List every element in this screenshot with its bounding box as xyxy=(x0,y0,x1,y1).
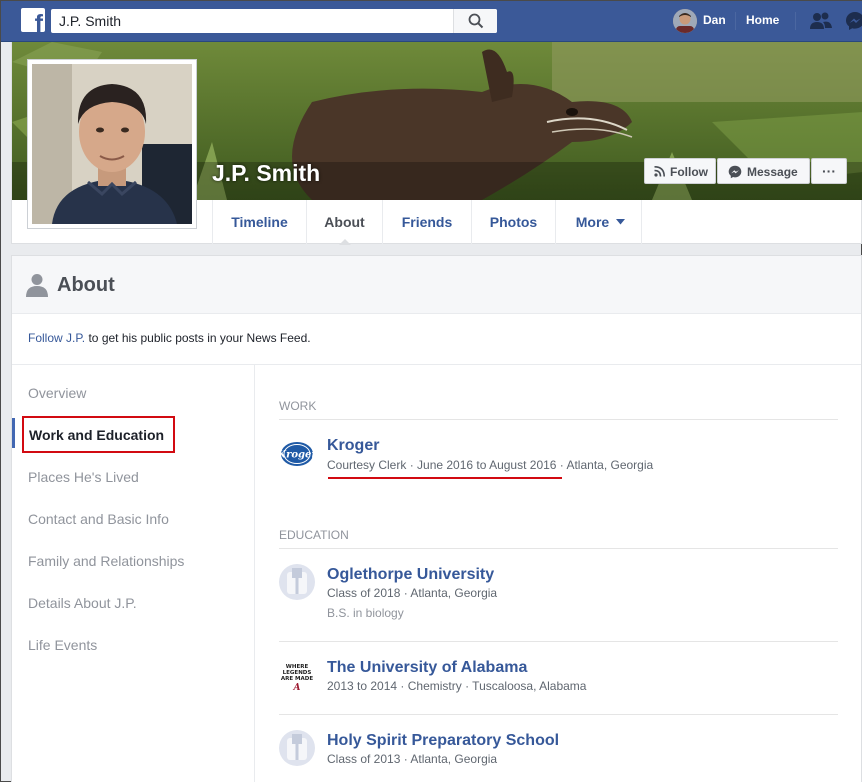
highlight-underline xyxy=(328,477,562,479)
messenger-icon xyxy=(728,165,742,179)
sidebar-item-overview[interactable]: Overview xyxy=(28,385,86,401)
svg-text:Kroger: Kroger xyxy=(279,450,315,461)
divider xyxy=(12,364,861,365)
search-box xyxy=(51,9,497,33)
school-name[interactable]: Oglethorpe University xyxy=(327,566,494,584)
about-panel: About Follow J.P. to get his public post… xyxy=(11,255,862,782)
work-detail: Courtesy Clerk · June 2016 to August 201… xyxy=(327,458,654,472)
school-name[interactable]: Holy Spirit Preparatory School xyxy=(327,732,559,750)
profile-picture[interactable] xyxy=(27,59,197,229)
friend-requests-icon[interactable] xyxy=(809,11,833,31)
tab-friends[interactable]: Friends xyxy=(382,200,471,244)
tab-label: Photos xyxy=(489,214,538,230)
caret-down-icon xyxy=(616,219,625,225)
alabama-logo-icon[interactable]: WHERE LEGENDS ARE MADE A xyxy=(279,658,315,694)
tab-label: Timeline xyxy=(231,214,288,230)
divider xyxy=(795,12,796,30)
school-detail: 2013 to 2014 · Chemistry · Tuscaloosa, A… xyxy=(327,679,587,693)
svg-text:ARE MADE: ARE MADE xyxy=(281,676,313,682)
more-options-button[interactable]: ··· xyxy=(811,158,847,184)
about-header: About xyxy=(12,256,861,314)
search-button[interactable] xyxy=(453,9,497,33)
divider xyxy=(279,641,838,642)
tab-label: About xyxy=(324,214,365,230)
divider xyxy=(279,548,838,549)
tab-about[interactable]: About xyxy=(306,200,382,245)
avatar xyxy=(673,9,697,33)
top-bar: f Dan Home xyxy=(1,1,862,42)
sidebar-item-details[interactable]: Details About J.P. xyxy=(28,595,137,611)
school-detail: Class of 2013 · Atlanta, Georgia xyxy=(327,752,498,766)
messenger-icon[interactable] xyxy=(845,11,862,31)
divider xyxy=(254,365,255,782)
tab-photos[interactable]: Photos xyxy=(471,200,555,244)
home-link[interactable]: Home xyxy=(746,13,779,27)
message-label: Message xyxy=(747,165,798,179)
sidebar-item-life-events[interactable]: Life Events xyxy=(28,637,97,653)
education-section-label: Education xyxy=(279,528,349,542)
tab-label: Friends xyxy=(401,214,453,230)
sidebar-item-places-lived[interactable]: Places He's Lived xyxy=(28,469,139,485)
school-degree: B.S. in biology xyxy=(327,606,404,620)
follow-label: Follow xyxy=(670,165,708,179)
search-icon xyxy=(468,13,484,29)
tab-label: More xyxy=(575,214,610,230)
sidebar-item-contact-info[interactable]: Contact and Basic Info xyxy=(28,511,169,527)
divider xyxy=(279,714,838,715)
follow-prompt: Follow J.P. to get his public posts in y… xyxy=(28,331,311,345)
facebook-logo-icon[interactable]: f xyxy=(21,8,45,32)
profile-header: J.P. Smith Follow Message ··· Timeline A… xyxy=(11,42,862,245)
profile-name: J.P. Smith xyxy=(212,160,321,186)
tab-more[interactable]: More xyxy=(555,200,641,244)
divider xyxy=(279,419,838,420)
message-button[interactable]: Message xyxy=(717,158,810,184)
page-title: About xyxy=(57,274,115,296)
school-detail: Class of 2018 · Atlanta, Georgia xyxy=(327,586,498,600)
kroger-logo-icon[interactable]: Kroger xyxy=(276,436,317,472)
user-name: Dan xyxy=(703,13,726,27)
divider xyxy=(641,200,642,244)
follow-link[interactable]: Follow J.P. xyxy=(28,331,85,345)
school-placeholder-icon[interactable] xyxy=(279,730,315,766)
sidebar-item-family-relationships[interactable]: Family and Relationships xyxy=(28,553,184,569)
sidebar-item-label: Work and Education xyxy=(29,427,165,443)
follow-button[interactable]: Follow xyxy=(644,158,716,184)
rss-icon xyxy=(654,166,665,177)
active-indicator xyxy=(12,418,15,448)
more-options-icon: ··· xyxy=(822,163,836,179)
sidebar-item-work-and-education[interactable]: Work and Education xyxy=(22,416,175,453)
search-input[interactable] xyxy=(51,9,451,33)
school-placeholder-icon[interactable] xyxy=(279,564,315,600)
follow-prompt-text: to get his public posts in your News Fee… xyxy=(85,331,311,345)
work-section-label: Work xyxy=(279,399,317,413)
work-name[interactable]: Kroger xyxy=(327,437,379,455)
school-name[interactable]: The University of Alabama xyxy=(327,659,527,677)
divider xyxy=(735,12,736,30)
svg-text:A: A xyxy=(293,683,301,693)
person-icon xyxy=(26,274,48,297)
tab-timeline[interactable]: Timeline xyxy=(212,200,306,244)
